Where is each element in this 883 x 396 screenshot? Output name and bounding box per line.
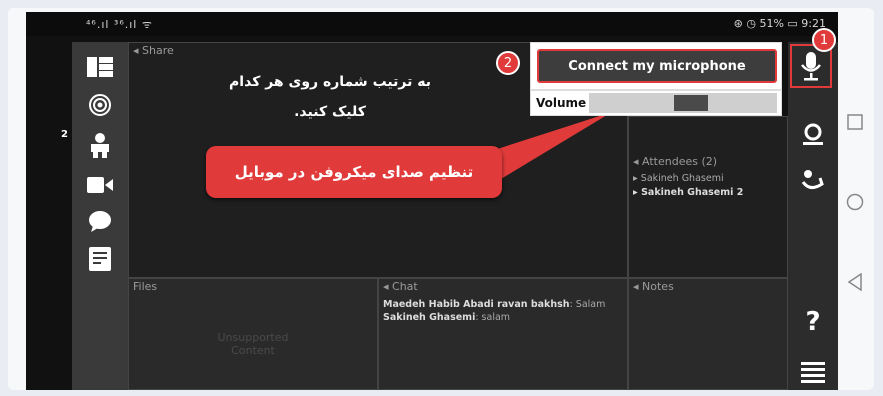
microphone-icon	[801, 52, 821, 81]
instruction-line-2: کلیک کنید.	[294, 104, 366, 120]
right-toolbar: ?	[788, 42, 838, 390]
microphone-callout: تنظیم صدای میکروفن در موبایل	[206, 146, 502, 198]
attendee-count: 2	[61, 129, 68, 140]
menu-icon[interactable]	[788, 358, 838, 388]
notes-pod: ◂ Notes	[628, 278, 788, 390]
chat-message: Maedeh Habib Abadi ravan bakhsh: Salam	[383, 299, 606, 310]
user-icon[interactable]	[788, 120, 838, 150]
status-right: ⊛ ◷ 51% ▭ 9:21	[733, 17, 826, 30]
back-nav-icon[interactable]	[840, 272, 870, 292]
share-pod-title: ◂ Share	[133, 44, 174, 57]
camera-icon[interactable]	[72, 170, 128, 200]
left-toolbar	[72, 42, 128, 390]
attendees-pod-title: ◂ Attendees (2)	[633, 155, 718, 168]
volume-slider[interactable]	[589, 93, 777, 113]
volume-label: Volume	[536, 96, 587, 110]
attendee-icon[interactable]	[72, 130, 128, 160]
connect-microphone-button[interactable]: Connect my microphone	[537, 49, 777, 83]
volume-row: Volume	[530, 90, 782, 116]
layout-icon[interactable]	[72, 52, 128, 82]
files-pod: Files Unsupported Content	[128, 278, 378, 390]
chat-pod-title: ◂ Chat	[383, 280, 418, 293]
help-icon[interactable]: ?	[788, 304, 838, 340]
chat-message: Sakineh Ghasemi: salam	[383, 312, 511, 323]
step-badge-2: 2	[496, 51, 520, 75]
instruction-line-1: به ترتیب شماره روی هر کدام	[229, 74, 431, 90]
volume-slider-thumb[interactable]	[674, 95, 708, 111]
status-bar: ⁴⁶.ıl ³⁶.ıl ᯤ ⊛ ◷ 51% ▭ 9:21	[26, 12, 838, 36]
step-badge-1: 1	[812, 28, 836, 52]
unsupported-content-text: Unsupported Content	[217, 331, 289, 357]
files-pod-title: Files	[133, 280, 158, 293]
chat-bubble-icon[interactable]	[72, 206, 128, 236]
attendee-item[interactable]: ▸ Sakineh Ghasemi 2	[633, 187, 743, 198]
chat-pod: ◂ Chat Maedeh Habib Abadi ravan bakhsh: …	[378, 278, 628, 390]
notes-icon[interactable]	[72, 244, 128, 274]
attendees-pod: ◂ Attendees (2) ▸ Sakineh Ghasemi ▸ Saki…	[628, 116, 788, 278]
signal-indicators: ⁴⁶.ıl ³⁶.ıl ᯤ	[86, 18, 153, 31]
attendee-item[interactable]: ▸ Sakineh Ghasemi	[633, 173, 724, 184]
connect-microphone-panel: Connect my microphone	[530, 42, 782, 90]
notes-pod-title: ◂ Notes	[633, 280, 674, 293]
raise-hand-icon[interactable]	[788, 166, 838, 196]
target-icon[interactable]	[72, 90, 128, 120]
home-nav-icon[interactable]	[840, 192, 870, 212]
recents-nav-icon[interactable]	[840, 112, 870, 132]
